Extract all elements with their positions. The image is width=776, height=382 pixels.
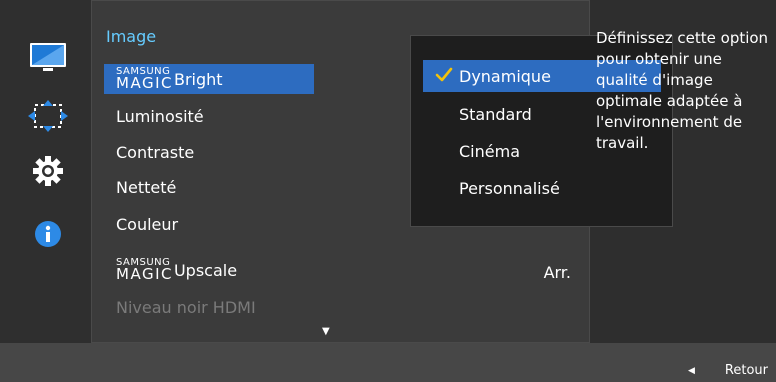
menu-item-sharpness[interactable]: Netteté	[104, 172, 314, 202]
info-icon	[34, 220, 62, 252]
picture-menu-panel: Image SAMSUNG MAGIC Bright Luminosité Co…	[91, 0, 673, 343]
menu-item-magic-upscale[interactable]: SAMSUNG MAGIC Upscale	[104, 255, 314, 285]
option-custom[interactable]: Personnalisé	[423, 172, 661, 204]
gear-icon	[32, 155, 64, 191]
magic-upscale-value: Arr.	[543, 263, 571, 282]
menu-title: Image	[106, 27, 157, 46]
system-menu-tab[interactable]	[24, 155, 72, 191]
menu-item-label: Couleur	[116, 214, 179, 234]
osd-screen: Image SAMSUNG MAGIC Bright Luminosité Co…	[0, 0, 776, 382]
menu-item-label: Contraste	[116, 142, 195, 162]
samsung-magic-logo: SAMSUNG MAGIC	[116, 66, 173, 92]
menu-item-label: Bright	[173, 69, 223, 89]
left-arrow-icon: ◀	[687, 365, 695, 376]
icon-rail	[0, 0, 95, 340]
picture-menu-tab[interactable]	[24, 41, 72, 77]
menu-item-color[interactable]: Couleur	[104, 209, 314, 239]
menu-item-contrast[interactable]: Contraste	[104, 137, 314, 167]
checkmark-icon	[435, 66, 453, 88]
help-description: Définissez cette option pour obtenir une…	[596, 29, 769, 152]
menu-item-label: Luminosité	[116, 106, 204, 126]
menu-item-label: Niveau noir HDMI	[116, 297, 256, 317]
samsung-magic-logo: SAMSUNG MAGIC	[116, 257, 173, 283]
option-label: Personnalisé	[459, 178, 560, 198]
option-label: Dynamique	[459, 66, 551, 86]
option-label: Standard	[459, 104, 532, 124]
resize-icon	[26, 99, 70, 137]
back-label: Retour	[724, 363, 768, 378]
monitor-icon	[28, 41, 68, 77]
information-menu-tab[interactable]	[24, 218, 72, 254]
position-menu-tab[interactable]	[24, 100, 72, 136]
menu-item-magic-bright[interactable]: SAMSUNG MAGIC Bright	[104, 64, 314, 94]
menu-item-label: Upscale	[173, 260, 238, 280]
option-label: Cinéma	[459, 141, 520, 161]
menu-item-hdmi-black-level: Niveau noir HDMI	[104, 292, 314, 322]
menu-item-label: Netteté	[116, 177, 177, 197]
footer-bar: ◀ Retour	[0, 343, 776, 382]
back-button[interactable]: ◀ Retour	[688, 363, 768, 378]
scroll-down-icon[interactable]: ▼	[322, 326, 330, 337]
menu-item-brightness[interactable]: Luminosité	[104, 101, 314, 131]
